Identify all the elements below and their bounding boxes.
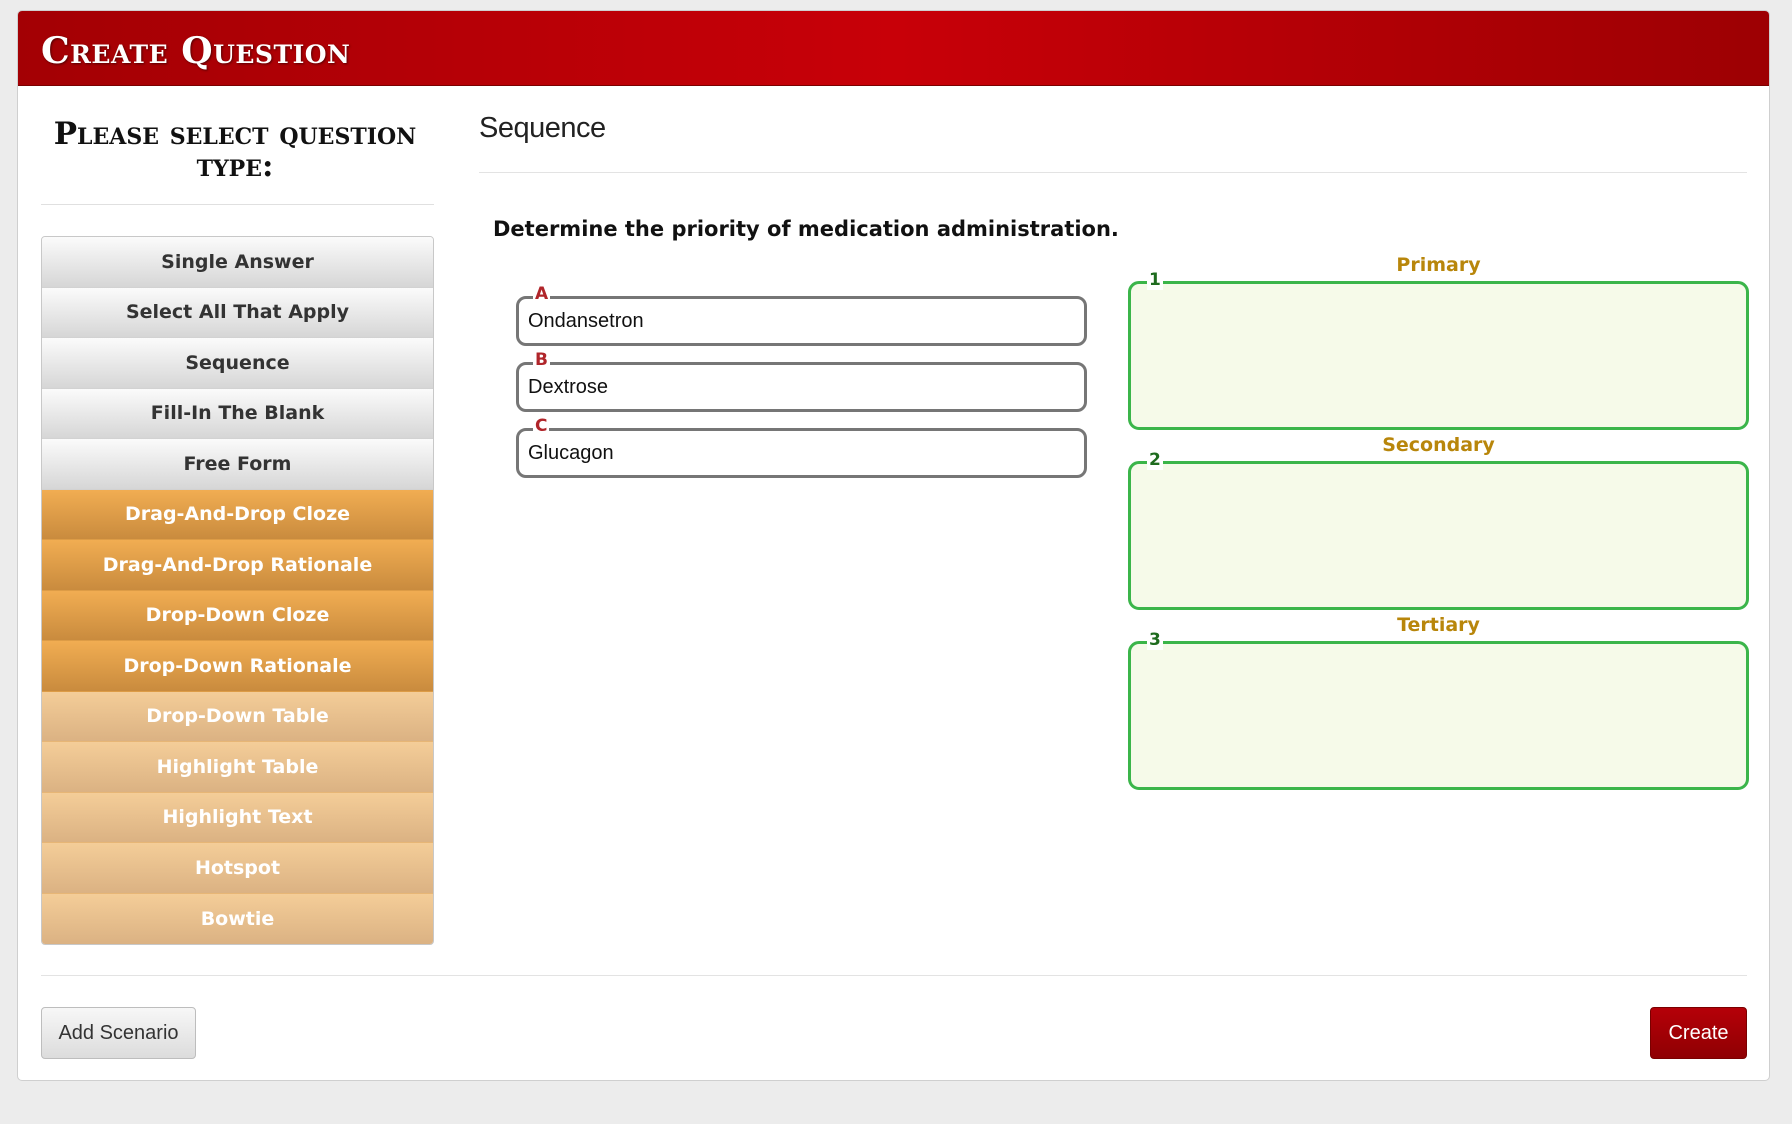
type-drag-drop-cloze-button[interactable]: Drag-And-Drop Cloze	[42, 489, 433, 540]
title-divider	[479, 172, 1747, 173]
option-letter: A	[533, 284, 551, 304]
type-hotspot-button[interactable]: Hotspot	[42, 843, 433, 894]
type-fill-in-blank-button[interactable]: Fill-In The Blank	[42, 388, 433, 439]
option-c[interactable]: C Glucagon	[516, 416, 1087, 478]
add-scenario-button[interactable]: Add Scenario	[41, 1007, 196, 1059]
drop-slot-3[interactable]: 3	[1128, 630, 1749, 790]
type-drop-down-table-button[interactable]: Drop-Down Table	[42, 691, 433, 742]
type-select-all-button[interactable]: Select All That Apply	[42, 287, 433, 338]
left-divider	[41, 204, 434, 205]
type-highlight-text-button[interactable]: Highlight Text	[42, 792, 433, 843]
header-bar: Create Question	[18, 11, 1769, 86]
option-text: Glucagon	[528, 442, 614, 464]
question-type-title: Sequence	[479, 112, 606, 144]
option-text: Dextrose	[528, 376, 609, 398]
slot-number: 1	[1147, 270, 1163, 290]
option-a[interactable]: A Ondansetron	[516, 284, 1087, 346]
slot-number: 2	[1147, 450, 1163, 470]
type-bowtie-button[interactable]: Bowtie	[42, 893, 433, 944]
slot-label-primary: Primary	[1396, 254, 1481, 276]
type-drop-down-rationale-button[interactable]: Drop-Down Rationale	[42, 641, 433, 692]
create-button[interactable]: Create	[1650, 1007, 1747, 1059]
question-type-prompt: Please select question type:	[53, 116, 417, 184]
header-title: Create Question	[41, 30, 351, 72]
option-b[interactable]: B Dextrose	[516, 350, 1087, 412]
question-type-list: Single Answer Select All That Apply Sequ…	[41, 236, 434, 945]
slot-label-tertiary: Tertiary	[1397, 614, 1480, 636]
drop-slot-2[interactable]: 2	[1128, 450, 1749, 610]
footer-divider	[41, 975, 1747, 976]
question-text: Determine the priority of medication adm…	[493, 217, 1119, 241]
drop-slot-1[interactable]: 1	[1128, 270, 1749, 430]
type-drop-down-cloze-button[interactable]: Drop-Down Cloze	[42, 590, 433, 641]
type-drag-drop-rationale-button[interactable]: Drag-And-Drop Rationale	[42, 540, 433, 591]
create-question-card: Create Question Please select question t…	[17, 10, 1770, 1081]
option-letter: C	[533, 416, 550, 436]
option-letter: B	[533, 350, 550, 370]
type-sequence-button[interactable]: Sequence	[42, 338, 433, 389]
type-highlight-table-button[interactable]: Highlight Table	[42, 742, 433, 793]
type-free-form-button[interactable]: Free Form	[42, 439, 433, 490]
type-single-answer-button[interactable]: Single Answer	[42, 237, 433, 288]
slot-label-secondary: Secondary	[1382, 434, 1495, 456]
option-text: Ondansetron	[528, 310, 644, 332]
slot-number: 3	[1147, 630, 1163, 650]
